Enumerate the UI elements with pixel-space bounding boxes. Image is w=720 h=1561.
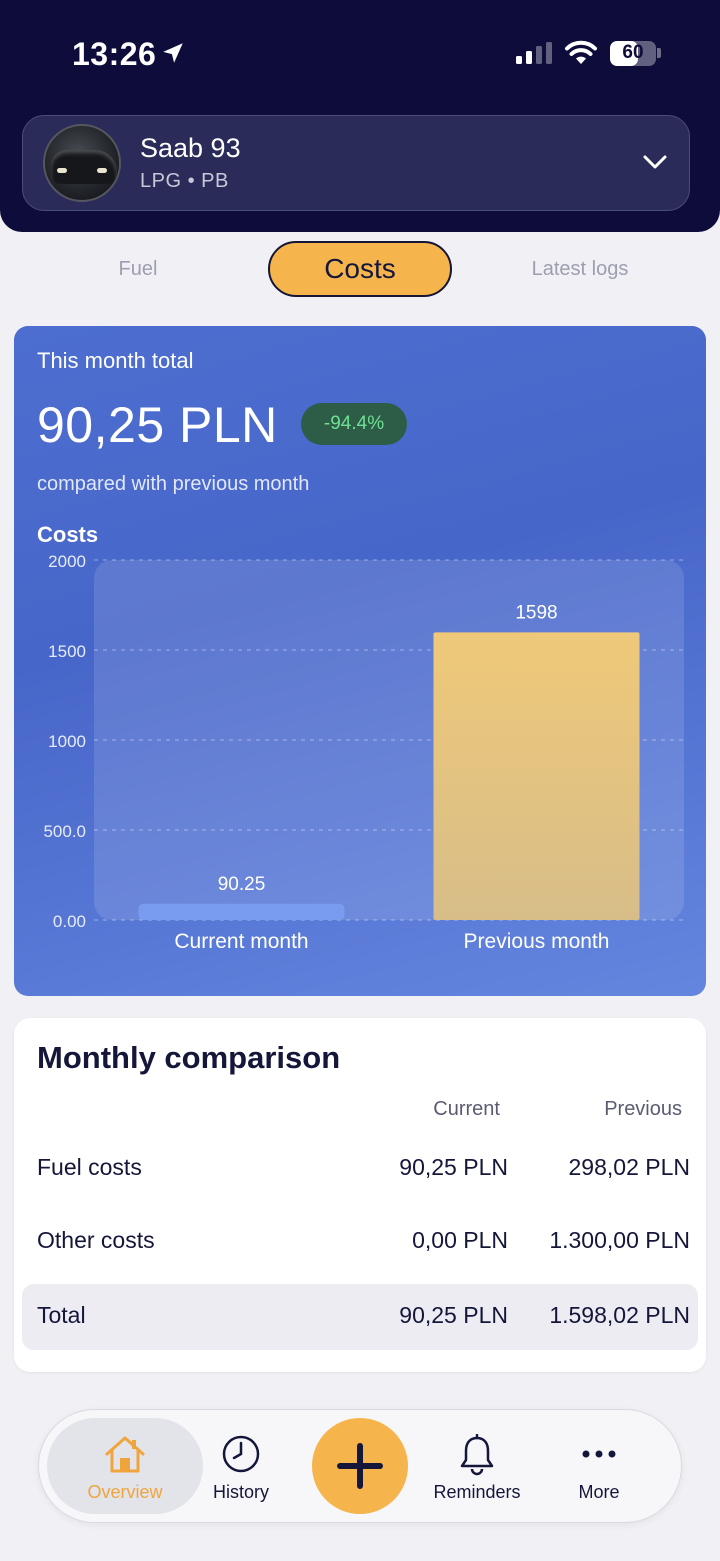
tab-latest-logs[interactable]: Latest logs (500, 241, 660, 297)
status-time: 13:26 (72, 36, 157, 72)
car-headlight-left (57, 168, 67, 173)
chart-bar (433, 632, 640, 920)
comparison-row-fuel: Fuel costs 90,25 PLN 298,02 PLN (22, 1136, 698, 1202)
add-entry-button[interactable] (312, 1418, 408, 1514)
chart-ytick-label: 500.0 (43, 822, 86, 841)
plus-icon (337, 1443, 383, 1489)
row-current-value: 0,00 PLN (412, 1227, 508, 1253)
chart-ytick-label: 1500 (48, 642, 86, 661)
nav-more[interactable]: More (561, 1410, 637, 1524)
vehicle-name: Saab 93 (140, 133, 241, 163)
row-label: Other costs (37, 1227, 155, 1253)
chart-ytick-label: 0.00 (53, 912, 86, 931)
car-headlight-right (97, 168, 107, 173)
cellular-signal-icon (516, 42, 552, 64)
chevron-down-icon[interactable] (642, 152, 668, 172)
monthly-comparison-card: Monthly comparison Current Previous Fuel… (14, 1018, 706, 1372)
clock-icon (222, 1435, 260, 1473)
nav-history[interactable]: History (203, 1410, 279, 1524)
row-previous-value: 1.300,00 PLN (549, 1227, 690, 1253)
chart-value-label: 1598 (515, 602, 557, 623)
chart-bar (138, 903, 345, 920)
bottom-navigation: Overview History Reminders More (38, 1409, 682, 1523)
header: 13:26 60 Saab 93 LPG • PB (0, 0, 720, 232)
bell-icon (460, 1434, 494, 1476)
location-arrow-icon (163, 43, 183, 63)
home-icon (105, 1436, 145, 1473)
costs-bar-chart: 0.00 500.0 1000 1500 2000 90.25 Current month 1… (43, 552, 684, 953)
row-previous-value: 298,02 PLN (568, 1154, 690, 1180)
row-current-value: 90,25 PLN (399, 1302, 508, 1328)
battery-nub (657, 48, 661, 58)
row-label: Fuel costs (37, 1154, 142, 1180)
nav-label: Reminders (433, 1482, 521, 1502)
car-photo-shape (51, 150, 117, 184)
nav-label: More (578, 1482, 620, 1502)
chart-category-label: Previous month (464, 930, 610, 953)
vehicle-fuel-types: LPG • PB (140, 170, 229, 192)
vehicle-selector[interactable] (22, 115, 690, 211)
nav-label: Overview (87, 1482, 163, 1502)
chart-value-label: 90.25 (218, 874, 266, 895)
nav-label: History (212, 1482, 269, 1502)
row-current-value: 90,25 PLN (399, 1154, 508, 1180)
comparison-row-other: Other costs 0,00 PLN 1.300,00 PLN (22, 1209, 698, 1275)
row-label: Total (37, 1302, 86, 1328)
column-header-previous: Previous (604, 1098, 682, 1120)
row-previous-value: 1.598,02 PLN (549, 1302, 690, 1328)
more-dots-icon (582, 1450, 616, 1458)
comparison-row-total: Total 90,25 PLN 1.598,02 PLN (22, 1284, 698, 1350)
battery-percentage: 60 (622, 42, 644, 63)
vehicle-avatar (43, 124, 121, 202)
chart-ytick-label: 1000 (48, 732, 86, 751)
tab-costs[interactable]: Costs (268, 241, 452, 297)
chart-ytick-label: 2000 (48, 552, 86, 571)
wifi-icon (565, 40, 597, 64)
status-bar: 13:26 60 (0, 0, 720, 100)
comparison-title: Monthly comparison (37, 1040, 341, 1075)
battery-icon: 60 (610, 41, 656, 66)
nav-overview[interactable]: Overview (47, 1418, 203, 1514)
chart-category-label: Current month (174, 930, 308, 953)
costs-summary-card: This month total 90,25 PLN -94.4% compar… (14, 326, 706, 996)
column-header-current: Current (433, 1098, 500, 1120)
tab-fuel[interactable]: Fuel (88, 241, 188, 297)
nav-reminders[interactable]: Reminders (423, 1410, 531, 1524)
